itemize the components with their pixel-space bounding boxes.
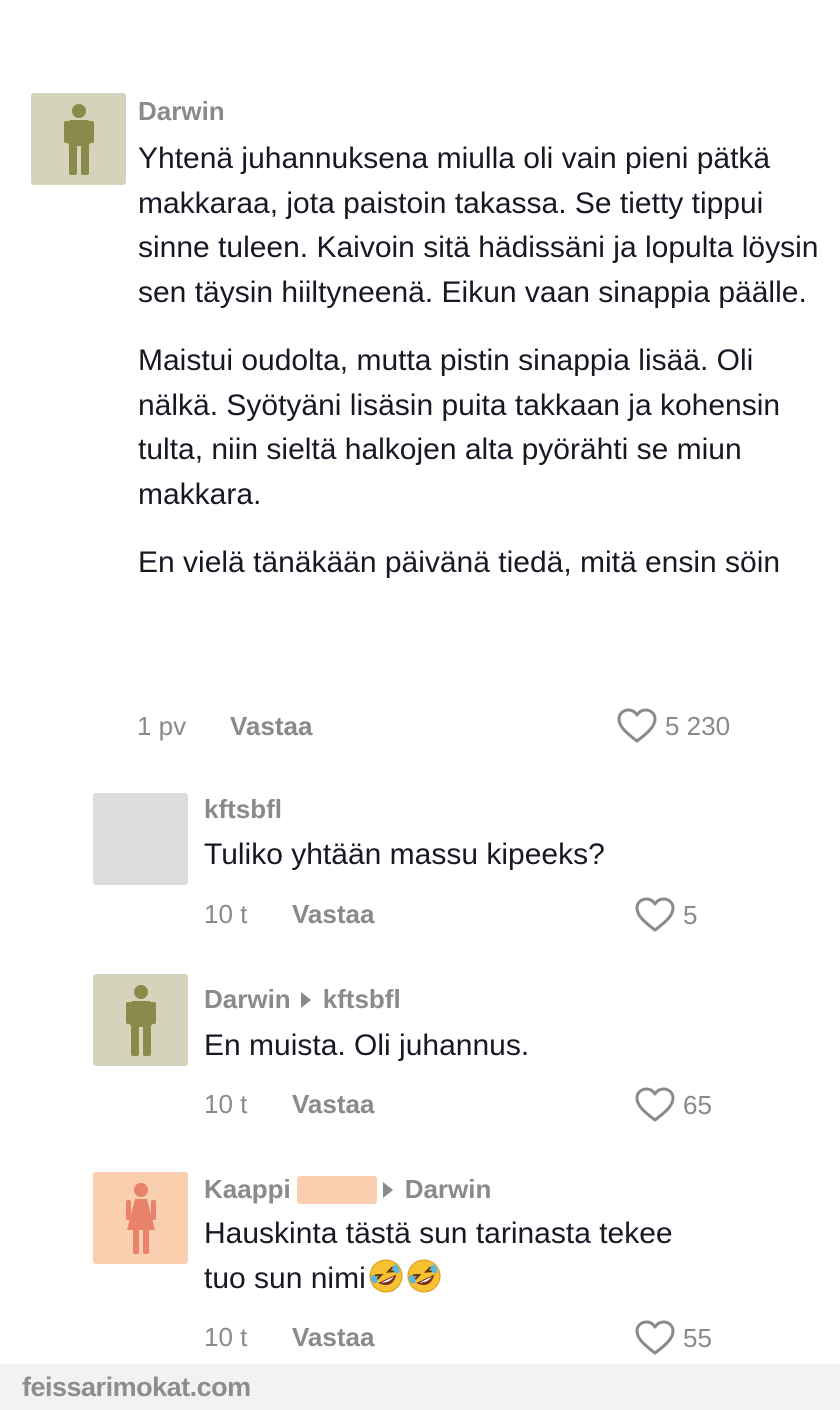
man-icon: [63, 104, 94, 175]
reply-to-link[interactable]: kftsbfl: [323, 984, 401, 1015]
paragraph: Maistui oudolta, mutta pistin sinappia l…: [138, 344, 781, 511]
comment-time: 1 pv: [137, 711, 187, 741]
avatar[interactable]: [31, 93, 126, 185]
watermark: feissarimokat.com: [22, 1372, 251, 1402]
paragraph: En vielä tänäkään päivänä tiedä, mitä en…: [138, 546, 781, 579]
comment-text: En muista. Oli juhannus.: [204, 1029, 530, 1062]
watermark-bar: feissarimokat.com: [0, 1364, 840, 1410]
comment-time: 10 t: [204, 1322, 248, 1352]
comment-text: Yhtenä juhannuksena miulla oli vain pien…: [138, 137, 828, 586]
reply-arrow-icon: [300, 991, 311, 1008]
username-link[interactable]: Darwin: [204, 984, 291, 1015]
reply-to-link[interactable]: Darwin: [405, 1174, 492, 1205]
comment-time: 10 t: [204, 899, 248, 929]
like-count: 5: [683, 899, 698, 930]
rofl-emoji-group: [366, 1259, 442, 1295]
avatar[interactable]: [93, 1172, 188, 1264]
text-line: Hauskinta tästä sun tarinasta tekee: [204, 1217, 673, 1250]
reply-button[interactable]: Vastaa: [292, 1322, 374, 1353]
comment-username: Kaappi Darwin: [204, 1174, 491, 1205]
like-count: 5 230: [665, 710, 731, 741]
heart-icon: [617, 708, 657, 743]
heart-icon: [635, 1087, 675, 1122]
avatar[interactable]: [93, 793, 188, 885]
like-button[interactable]: 65: [635, 1087, 712, 1123]
comment-username[interactable]: Darwin: [138, 96, 225, 127]
heart-icon: [635, 1320, 675, 1355]
username-link[interactable]: kftsbfl: [204, 794, 282, 825]
comment-text: Tuliko yhtään massu kipeeks?: [204, 838, 605, 871]
comment-username[interactable]: kftsbfl: [204, 794, 282, 825]
comment-time: 10 t: [204, 1089, 248, 1119]
username-link[interactable]: Kaappi: [204, 1174, 291, 1205]
heart-icon: [635, 897, 675, 932]
like-button[interactable]: 55: [635, 1320, 712, 1356]
reply-button[interactable]: Vastaa: [292, 1089, 374, 1120]
rofl-emoji-icon: [407, 1259, 441, 1292]
reply-arrow-icon: [382, 1181, 393, 1198]
avatar[interactable]: [93, 974, 188, 1066]
reply-button[interactable]: Vastaa: [230, 711, 312, 742]
rofl-emoji-icon: [369, 1259, 403, 1292]
like-count: 65: [683, 1089, 712, 1120]
text-line: tuo sun nimi: [204, 1257, 824, 1302]
redaction-box: [296, 1175, 377, 1204]
man-icon: [125, 985, 156, 1056]
woman-icon: [125, 1183, 156, 1254]
like-button[interactable]: 5: [635, 897, 697, 933]
reply-button[interactable]: Vastaa: [292, 899, 374, 930]
username-link[interactable]: Darwin: [138, 96, 225, 127]
comment-username: Darwin kftsbfl: [204, 984, 401, 1015]
like-count: 55: [683, 1322, 712, 1353]
text-line-part: tuo sun nimi: [204, 1261, 366, 1295]
paragraph: Yhtenä juhannuksena miulla oli vain pien…: [138, 142, 819, 309]
like-button[interactable]: 5 230: [617, 708, 730, 744]
comment-text: Hauskinta tästä sun tarinasta tekee tuo …: [204, 1212, 824, 1301]
